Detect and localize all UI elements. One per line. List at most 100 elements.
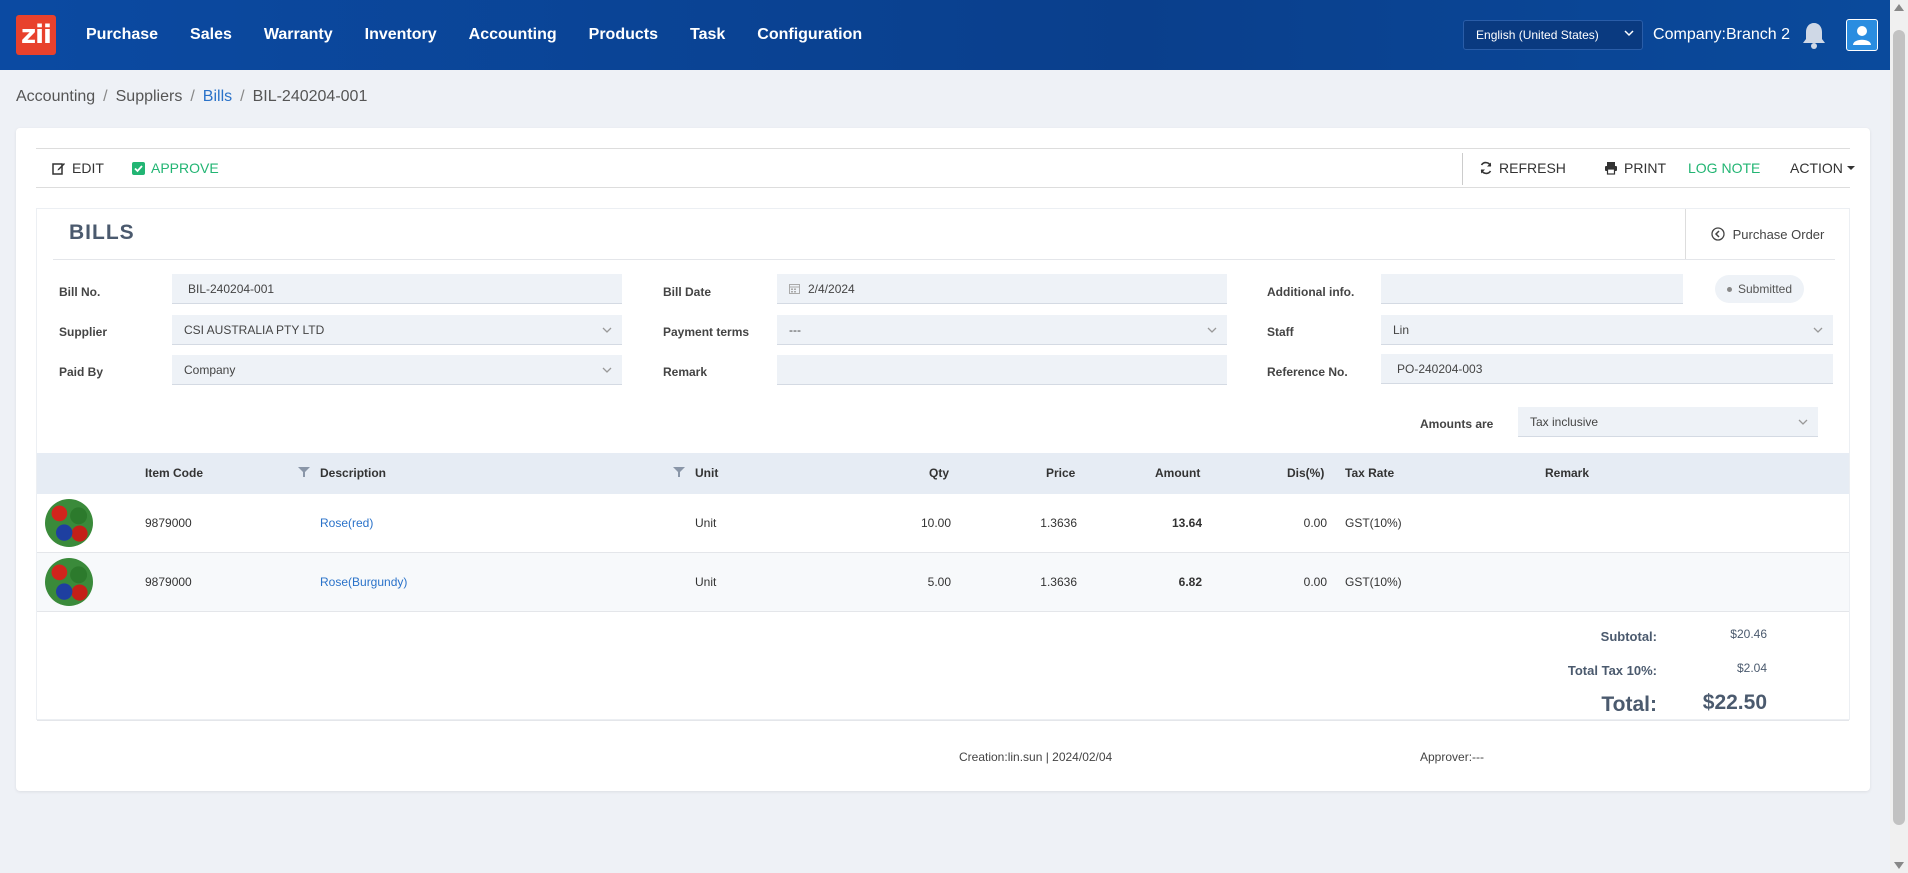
chevron-down-icon bbox=[1207, 327, 1217, 333]
item-code-cell: 9879000 bbox=[145, 516, 192, 530]
col-dis[interactable]: Dis(%) bbox=[1287, 466, 1324, 480]
supplier-value: CSI AUSTRALIA PTY LTD bbox=[184, 322, 325, 337]
scroll-thumb[interactable] bbox=[1893, 30, 1905, 825]
col-item-code[interactable]: Item Code bbox=[145, 466, 203, 480]
col-tax-rate[interactable]: Tax Rate bbox=[1345, 466, 1394, 480]
print-button[interactable]: PRINT bbox=[1604, 160, 1666, 176]
chevron-down-icon bbox=[602, 327, 612, 333]
title-divider bbox=[53, 259, 1835, 260]
staff-label: Staff bbox=[1267, 325, 1294, 339]
nav-item-products[interactable]: Products bbox=[589, 26, 658, 44]
amount-cell: 13.64 bbox=[1171, 516, 1202, 530]
paid-by-value: Company bbox=[184, 362, 236, 377]
paid-by-select[interactable]: Company bbox=[172, 355, 622, 385]
nav-item-warranty[interactable]: Warranty bbox=[264, 26, 333, 44]
user-icon bbox=[1853, 26, 1871, 45]
description-link[interactable]: Rose(Burgundy) bbox=[320, 575, 407, 589]
company-branch-label[interactable]: Company:Branch 2 bbox=[1653, 26, 1790, 44]
action-toolbar: EDIT APPROVE REFRESH PRINT LOG NOTE ACTI… bbox=[36, 148, 1855, 188]
status-badge: Submitted bbox=[1715, 275, 1805, 303]
supplier-select[interactable]: CSI AUSTRALIA PTY LTD bbox=[172, 315, 622, 345]
caret-down-icon bbox=[1846, 166, 1855, 170]
table-row[interactable]: 9879000 Rose(red) Unit 10.00 1.3636 13.6… bbox=[37, 494, 1849, 553]
product-thumbnail bbox=[45, 499, 93, 547]
remark-field[interactable] bbox=[777, 355, 1227, 385]
additional-info-field[interactable] bbox=[1381, 274, 1683, 304]
nav-item-configuration[interactable]: Configuration bbox=[757, 26, 862, 44]
printer-icon bbox=[1605, 162, 1617, 175]
approve-label: APPROVE bbox=[151, 160, 219, 176]
refresh-button[interactable]: REFRESH bbox=[1479, 160, 1566, 176]
status-text: Submitted bbox=[1738, 282, 1793, 296]
description-link[interactable]: Rose(red) bbox=[320, 516, 373, 530]
page-title: BILLS bbox=[69, 221, 135, 244]
col-unit[interactable]: Unit bbox=[695, 466, 718, 480]
amounts-are-value: Tax inclusive bbox=[1530, 414, 1599, 429]
subtotal-label: Subtotal: bbox=[1600, 629, 1657, 644]
amount-cell: 6.82 bbox=[1178, 575, 1202, 589]
arrow-circle-left-icon bbox=[1710, 227, 1725, 241]
language-select[interactable]: English (United States) bbox=[1463, 20, 1644, 50]
approver-info: Approver:--- bbox=[1420, 750, 1485, 764]
action-dropdown[interactable]: ACTION bbox=[1790, 160, 1856, 176]
breadcrumb-suppliers[interactable]: Suppliers bbox=[116, 88, 183, 106]
nav-item-accounting[interactable]: Accounting bbox=[469, 26, 557, 44]
staff-select[interactable]: Lin bbox=[1381, 315, 1833, 345]
qty-cell: 5.00 bbox=[927, 575, 951, 589]
page-scrollbar[interactable] bbox=[1890, 0, 1908, 873]
tax-rate-cell: GST(10%) bbox=[1345, 575, 1402, 589]
filter-icon[interactable] bbox=[673, 466, 685, 478]
col-amount[interactable]: Amount bbox=[1155, 466, 1200, 480]
nav-item-task[interactable]: Task bbox=[690, 26, 725, 44]
edit-button[interactable]: EDIT bbox=[52, 160, 104, 176]
bill-no-label: Bill No. bbox=[59, 285, 101, 299]
top-navbar: zii Purchase Sales Warranty Inventory Ac… bbox=[0, 0, 1890, 70]
item-code-cell: 9879000 bbox=[145, 575, 192, 589]
language-select-value: English (United States) bbox=[1476, 28, 1599, 42]
dis-cell: 0.00 bbox=[1303, 516, 1327, 530]
items-table-header: Item Code Description Unit Qty Price Amo… bbox=[37, 453, 1849, 494]
total-value: $22.50 bbox=[1702, 691, 1767, 714]
reference-no-field[interactable]: PO-240204-003 bbox=[1381, 354, 1833, 384]
breadcrumb-accounting[interactable]: Accounting bbox=[16, 88, 95, 106]
app-logo[interactable]: zii bbox=[16, 15, 56, 55]
dis-cell: 0.00 bbox=[1303, 575, 1327, 589]
user-avatar[interactable] bbox=[1846, 19, 1878, 51]
total-label: Total: bbox=[1601, 693, 1657, 716]
col-price[interactable]: Price bbox=[1046, 466, 1075, 480]
tax-rate-cell: GST(10%) bbox=[1345, 516, 1402, 530]
totals-section: Subtotal: $20.46 Total Tax 10%: $2.04 To… bbox=[37, 613, 1849, 721]
toolbar-divider bbox=[1462, 153, 1463, 185]
remark-label: Remark bbox=[663, 365, 708, 379]
nav-item-sales[interactable]: Sales bbox=[190, 26, 232, 44]
paid-by-label: Paid By bbox=[59, 365, 104, 379]
reference-no-value: PO-240204-003 bbox=[1397, 361, 1483, 376]
qty-cell: 10.00 bbox=[920, 516, 951, 530]
amounts-are-select[interactable]: Tax inclusive bbox=[1518, 407, 1818, 437]
approve-button[interactable]: APPROVE bbox=[132, 160, 219, 176]
supplier-label: Supplier bbox=[59, 325, 108, 339]
nav-item-inventory[interactable]: Inventory bbox=[365, 26, 437, 44]
log-note-button[interactable]: LOG NOTE bbox=[1688, 160, 1760, 176]
breadcrumb-separator: / bbox=[240, 88, 245, 105]
product-thumbnail bbox=[45, 558, 93, 606]
filter-icon[interactable] bbox=[298, 466, 310, 478]
purchase-order-button[interactable]: Purchase Order bbox=[1685, 209, 1849, 259]
subtotal-value: $20.46 bbox=[1730, 627, 1767, 641]
nav-item-purchase[interactable]: Purchase bbox=[86, 26, 158, 44]
breadcrumb-separator: / bbox=[190, 88, 195, 105]
table-row[interactable]: 9879000 Rose(Burgundy) Unit 5.00 1.3636 … bbox=[37, 553, 1849, 612]
scroll-up-arrow[interactable] bbox=[1894, 4, 1904, 11]
bell-icon[interactable] bbox=[1798, 19, 1830, 51]
col-remark[interactable]: Remark bbox=[1545, 466, 1589, 480]
bill-date-field[interactable]: 2/4/2024 bbox=[777, 274, 1227, 304]
col-description[interactable]: Description bbox=[320, 466, 386, 480]
col-qty[interactable]: Qty bbox=[929, 466, 949, 480]
bill-no-field[interactable]: BIL-240204-001 bbox=[172, 274, 622, 304]
creation-info: Creation:lin.sun | 2024/02/04 bbox=[959, 750, 1113, 764]
edit-label: EDIT bbox=[72, 160, 104, 176]
breadcrumb-bills[interactable]: Bills bbox=[203, 88, 232, 106]
scroll-down-arrow[interactable] bbox=[1894, 862, 1904, 869]
payment-terms-select[interactable]: --- bbox=[777, 315, 1227, 345]
status-dot bbox=[1727, 286, 1732, 292]
